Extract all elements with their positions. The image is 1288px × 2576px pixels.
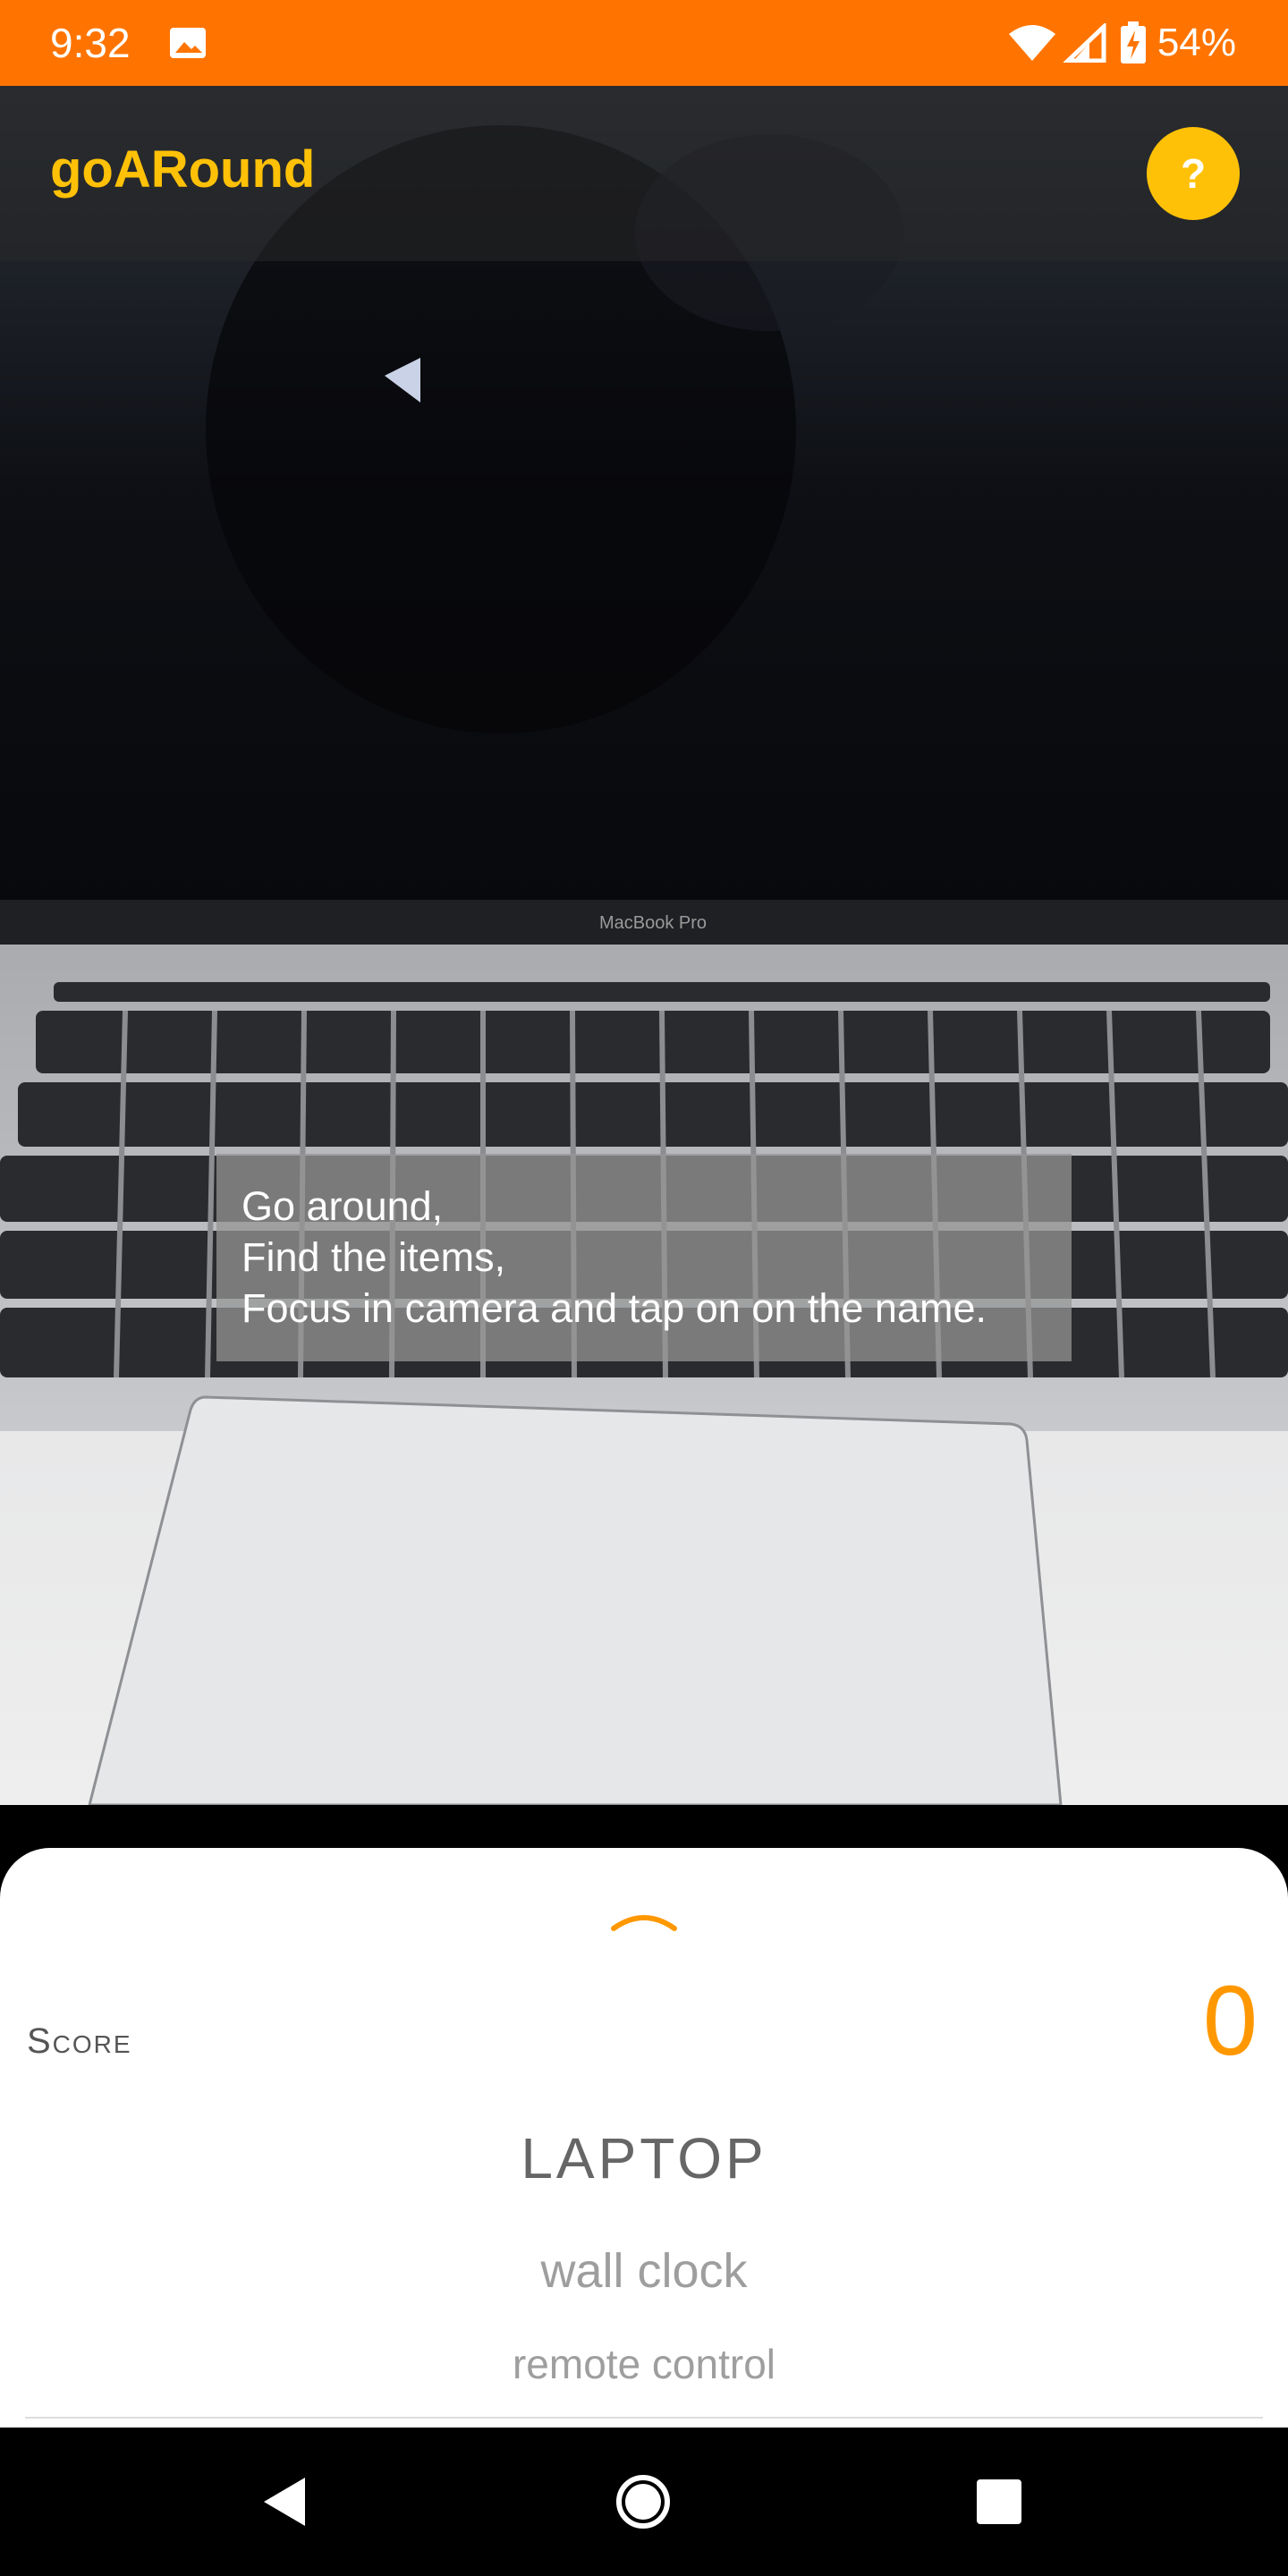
battery-charging-icon	[1120, 21, 1146, 64]
app-title: goARound	[50, 140, 316, 199]
image-notification-icon	[169, 28, 206, 58]
list-item[interactable]: LAPTOP	[0, 2125, 1288, 2191]
instruction-line: Focus in camera and tap on on the name.	[242, 1285, 987, 1331]
navigation-bar	[0, 2428, 1288, 2576]
camera-preview[interactable]: MacBook Pro	[0, 86, 1288, 1805]
instructions-overlay: Go around, Find the items, Focus in came…	[216, 1154, 1072, 1361]
status-bar: 9:32 54%	[0, 0, 1288, 86]
instruction-line: Find the items,	[242, 1234, 506, 1280]
cell-signal-icon	[1063, 23, 1106, 63]
status-time: 9:32	[50, 20, 131, 66]
back-icon[interactable]	[252, 2470, 315, 2533]
recents-icon[interactable]	[968, 2470, 1030, 2533]
home-icon[interactable]	[612, 2470, 674, 2533]
score-label: Score	[27, 2021, 132, 2061]
chevron-up-icon[interactable]	[608, 1902, 680, 1937]
app-bar: goARound ?	[0, 86, 1288, 261]
camera-bottom-strip	[0, 1805, 1288, 1850]
score-value: 0	[1202, 1966, 1258, 2076]
list-item[interactable]: wall clock	[0, 2243, 1288, 2299]
laptop-brand-label: MacBook Pro	[599, 913, 707, 933]
wifi-icon	[1008, 25, 1055, 61]
list-item[interactable]: remote control	[0, 2340, 1288, 2388]
battery-percent: 54%	[1157, 21, 1236, 64]
instruction-line: Go around,	[242, 1183, 444, 1229]
divider	[25, 2417, 1263, 2419]
help-button[interactable]: ?	[1147, 127, 1240, 220]
help-icon: ?	[1180, 150, 1207, 197]
bottom-sheet[interactable]: Score 0 LAPTOP wall clock remote control	[0, 1848, 1288, 2428]
